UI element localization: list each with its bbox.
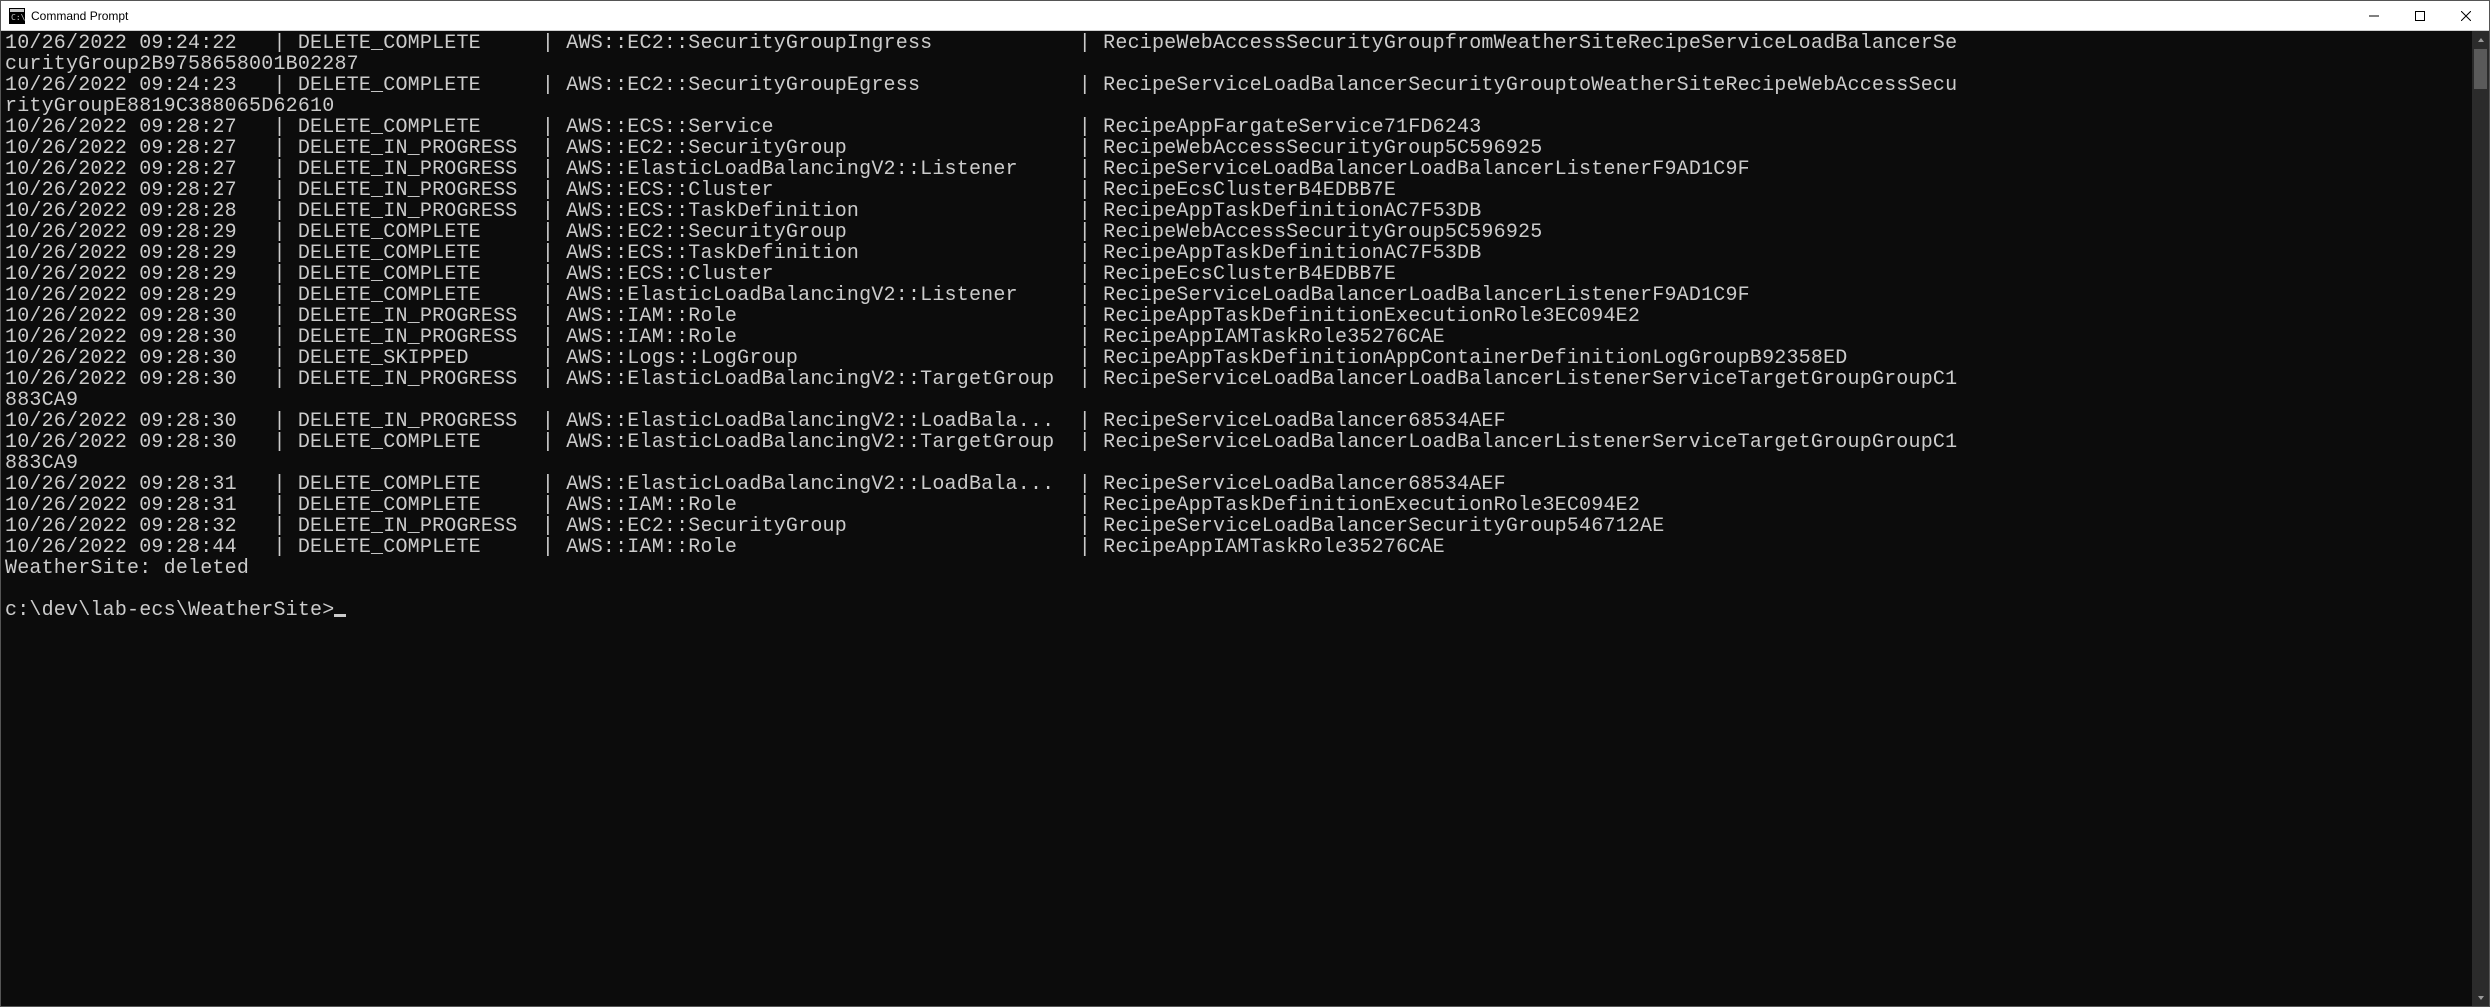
log-row-wrap: 883CA9 xyxy=(5,453,2472,474)
titlebar[interactable]: C:\ Command Prompt xyxy=(1,1,2489,31)
svg-text:C:\: C:\ xyxy=(11,13,25,22)
blank-line xyxy=(5,579,2472,600)
log-row: 10/26/2022 09:24:23 | DELETE_COMPLETE | … xyxy=(5,75,2472,96)
cmd-icon: C:\ xyxy=(9,8,25,24)
log-row-wrap: curityGroup2B9758658001B02287 xyxy=(5,54,2472,75)
terminal-area: 10/26/2022 09:24:22 | DELETE_COMPLETE | … xyxy=(1,31,2489,1006)
scroll-down-button[interactable] xyxy=(2472,989,2489,1006)
log-row: 10/26/2022 09:28:27 | DELETE_IN_PROGRESS… xyxy=(5,180,2472,201)
log-row: 10/26/2022 09:28:30 | DELETE_SKIPPED | A… xyxy=(5,348,2472,369)
log-row: 10/26/2022 09:28:30 | DELETE_IN_PROGRESS… xyxy=(5,327,2472,348)
prompt-line[interactable]: c:\dev\lab-ecs\WeatherSite> xyxy=(5,600,2472,621)
prompt-text: c:\dev\lab-ecs\WeatherSite> xyxy=(5,599,334,622)
log-row: 10/26/2022 09:28:27 | DELETE_COMPLETE | … xyxy=(5,117,2472,138)
log-row: 10/26/2022 09:24:22 | DELETE_COMPLETE | … xyxy=(5,33,2472,54)
log-row-wrap: rityGroupE8819C388065D62610 xyxy=(5,96,2472,117)
command-prompt-window: C:\ Command Prompt 10/26/2022 09:24:22 |… xyxy=(0,0,2490,1007)
maximize-button[interactable] xyxy=(2397,1,2443,30)
status-line: WeatherSite: deleted xyxy=(5,558,2472,579)
log-row: 10/26/2022 09:28:31 | DELETE_COMPLETE | … xyxy=(5,474,2472,495)
log-row: 10/26/2022 09:28:30 | DELETE_IN_PROGRESS… xyxy=(5,306,2472,327)
log-row: 10/26/2022 09:28:27 | DELETE_IN_PROGRESS… xyxy=(5,159,2472,180)
log-row: 10/26/2022 09:28:30 | DELETE_IN_PROGRESS… xyxy=(5,369,2472,390)
log-row: 10/26/2022 09:28:31 | DELETE_COMPLETE | … xyxy=(5,495,2472,516)
cursor xyxy=(334,614,346,617)
scroll-thumb[interactable] xyxy=(2474,49,2487,89)
log-row: 10/26/2022 09:28:29 | DELETE_COMPLETE | … xyxy=(5,243,2472,264)
terminal-output[interactable]: 10/26/2022 09:24:22 | DELETE_COMPLETE | … xyxy=(1,31,2472,1006)
minimize-button[interactable] xyxy=(2351,1,2397,30)
log-row: 10/26/2022 09:28:27 | DELETE_IN_PROGRESS… xyxy=(5,138,2472,159)
close-button[interactable] xyxy=(2443,1,2489,30)
log-row: 10/26/2022 09:28:44 | DELETE_COMPLETE | … xyxy=(5,537,2472,558)
log-row: 10/26/2022 09:28:29 | DELETE_COMPLETE | … xyxy=(5,222,2472,243)
log-row-wrap: 883CA9 xyxy=(5,390,2472,411)
window-controls xyxy=(2351,1,2489,30)
log-row: 10/26/2022 09:28:30 | DELETE_IN_PROGRESS… xyxy=(5,411,2472,432)
vertical-scrollbar[interactable] xyxy=(2472,31,2489,1006)
log-row: 10/26/2022 09:28:30 | DELETE_COMPLETE | … xyxy=(5,432,2472,453)
log-row: 10/26/2022 09:28:32 | DELETE_IN_PROGRESS… xyxy=(5,516,2472,537)
window-title: Command Prompt xyxy=(31,9,128,23)
log-row: 10/26/2022 09:28:29 | DELETE_COMPLETE | … xyxy=(5,264,2472,285)
log-row: 10/26/2022 09:28:28 | DELETE_IN_PROGRESS… xyxy=(5,201,2472,222)
log-row: 10/26/2022 09:28:29 | DELETE_COMPLETE | … xyxy=(5,285,2472,306)
scroll-up-button[interactable] xyxy=(2472,31,2489,48)
